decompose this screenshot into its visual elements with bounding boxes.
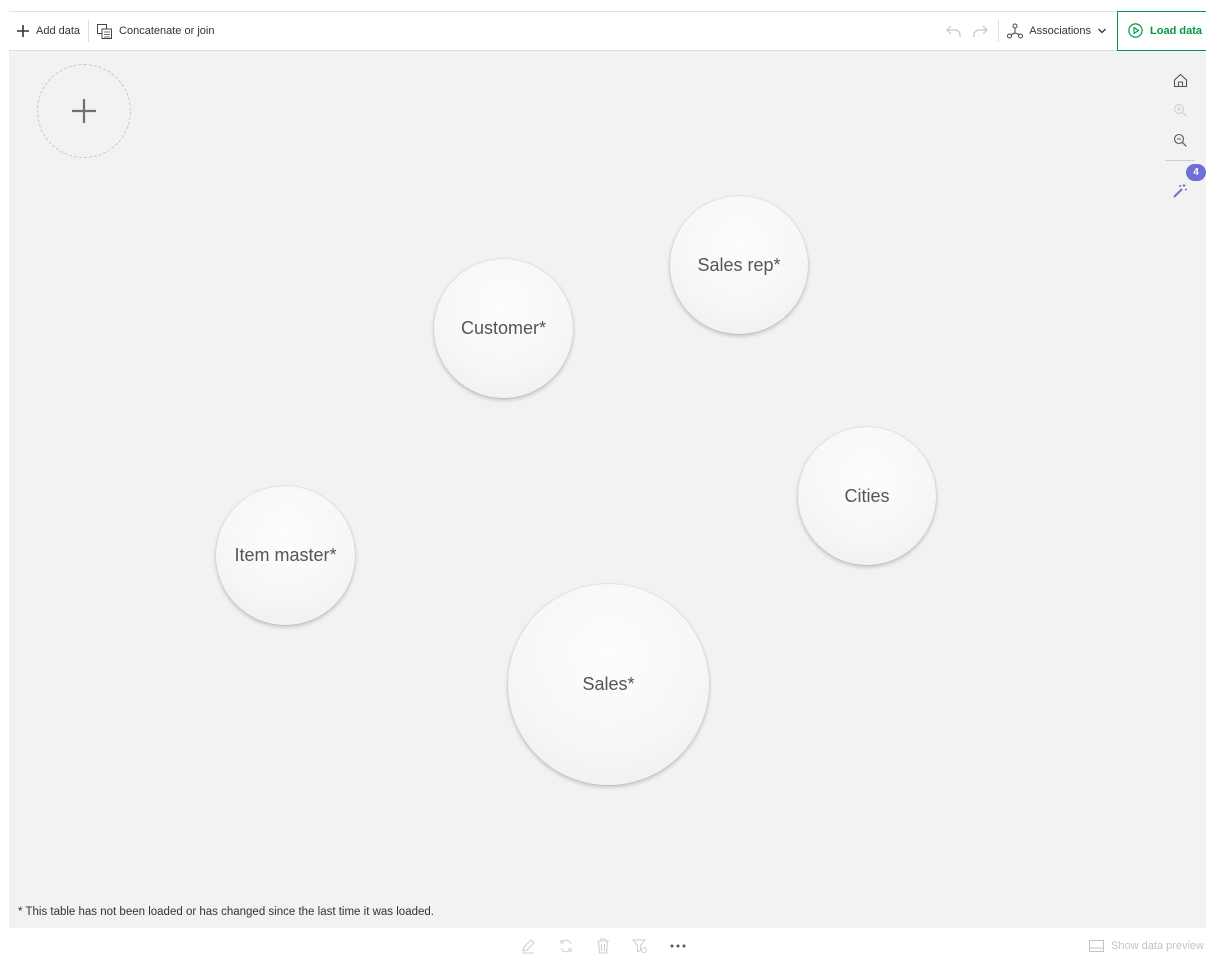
table-bubble-cities[interactable]: Cities xyxy=(798,427,936,565)
refresh-icon[interactable] xyxy=(558,938,574,954)
table-name: Sales rep* xyxy=(697,254,781,275)
preview-panel-icon xyxy=(1089,940,1105,952)
tools-divider xyxy=(1165,160,1195,161)
concatenate-icon xyxy=(97,23,113,39)
table-name: Customer* xyxy=(460,318,547,338)
associations-label: Associations xyxy=(1029,25,1092,37)
recommendations-button[interactable]: 4 xyxy=(1166,164,1206,199)
undo-icon[interactable] xyxy=(946,24,962,38)
zoom-out-icon xyxy=(1173,133,1187,147)
table-name: Sales* xyxy=(582,674,635,694)
show-data-preview-button[interactable]: Show data preview xyxy=(1089,940,1204,952)
more-options-icon[interactable] xyxy=(670,944,686,948)
home-icon xyxy=(1173,73,1187,87)
table-name: Item master* xyxy=(234,545,337,565)
associations-icon xyxy=(1007,23,1024,39)
plus-icon xyxy=(72,99,96,123)
filter-icon[interactable] xyxy=(632,938,648,954)
add-data-button[interactable]: Add data xyxy=(9,12,88,50)
associations-dropdown[interactable]: Associations xyxy=(999,23,1117,39)
top-toolbar: Add data Concatenate or join Association… xyxy=(9,10,1206,51)
bottom-toolbar: Show data preview xyxy=(0,928,1206,963)
chevron-down-icon xyxy=(1098,28,1107,34)
load-data-label: Load data xyxy=(1150,24,1202,37)
concatenate-join-label: Concatenate or join xyxy=(119,25,215,37)
table-name: Cities xyxy=(844,485,890,506)
table-bubble-sales-rep[interactable]: Sales rep* xyxy=(670,196,808,334)
edit-icon[interactable] xyxy=(520,938,536,954)
data-model-canvas[interactable]: Customer* Sales rep* Cities Item master*… xyxy=(9,51,1206,928)
concatenate-join-button[interactable]: Concatenate or join xyxy=(89,12,222,50)
table-bubble-customer[interactable]: Customer* xyxy=(434,259,573,398)
load-data-button[interactable]: Load data xyxy=(1117,10,1206,51)
zoom-in-button[interactable] xyxy=(1173,95,1188,125)
zoom-out-button[interactable] xyxy=(1173,125,1188,155)
table-bubble-item-master[interactable]: Item master* xyxy=(216,486,355,625)
unloaded-tables-footnote: * This table has not been loaded or has … xyxy=(18,906,434,918)
redo-icon[interactable] xyxy=(972,24,989,38)
recommendations-count-badge: 4 xyxy=(1186,164,1206,181)
table-bubble-sales[interactable]: Sales* xyxy=(508,584,709,785)
view-tools: 4 xyxy=(1165,65,1206,199)
delete-icon[interactable] xyxy=(596,938,610,954)
add-data-label: Add data xyxy=(36,25,81,37)
home-view-button[interactable] xyxy=(1173,65,1188,95)
plus-icon xyxy=(17,25,29,37)
zoom-in-icon xyxy=(1173,103,1187,117)
magic-wand-icon xyxy=(1173,184,1187,198)
add-data-circle-button[interactable] xyxy=(37,64,131,158)
show-data-preview-label: Show data preview xyxy=(1111,940,1204,952)
play-icon xyxy=(1128,23,1143,38)
